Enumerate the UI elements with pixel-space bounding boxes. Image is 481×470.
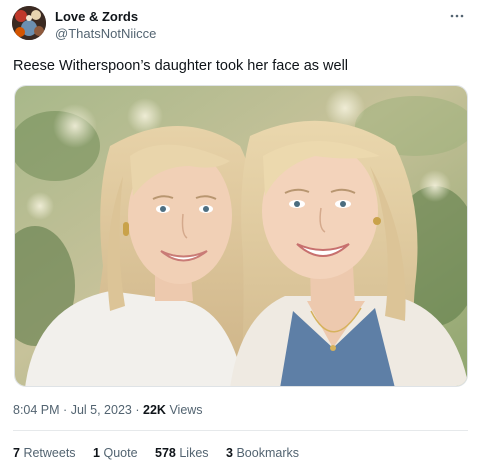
retweets-stat[interactable]: 7 Retweets (13, 446, 76, 460)
bookmarks-stat[interactable]: 3 Bookmarks (226, 446, 299, 460)
likes-stat[interactable]: 578 Likes (155, 446, 209, 460)
divider (13, 430, 468, 431)
tweet-photo[interactable] (14, 85, 468, 387)
quotes-stat[interactable]: 1 Quote (93, 446, 138, 460)
author-display-name[interactable]: Love & Zords (55, 9, 156, 25)
bookmarks-label: Bookmarks (236, 446, 299, 460)
bookmarks-count: 3 (226, 446, 233, 460)
tweet-stats: 7 Retweets 1 Quote 578 Likes 3 Bookmarks (13, 445, 313, 461)
author-handle[interactable]: @ThatsNotNiicce (55, 25, 156, 42)
quotes-label: Quote (103, 446, 138, 460)
avatar[interactable] (12, 6, 46, 40)
retweets-label: Retweets (23, 446, 76, 460)
author-names: Love & Zords @ThatsNotNiicce (55, 9, 156, 42)
quotes-count: 1 (93, 446, 100, 460)
meta-separator: · (135, 403, 140, 417)
likes-count: 578 (155, 446, 176, 460)
tweet-card: Love & Zords @ThatsNotNiicce Reese Withe… (0, 0, 481, 470)
avatar-image (12, 6, 46, 40)
tweet-time[interactable]: 8:04 PM (13, 403, 60, 417)
photo-image (15, 86, 467, 386)
tweet-text: Reese Witherspoon’s daughter took her fa… (13, 58, 349, 74)
tweet-header: Love & Zords @ThatsNotNiicce (12, 6, 467, 44)
views-count: 22K (143, 403, 166, 417)
retweets-count: 7 (13, 446, 20, 460)
views-label: Views (169, 403, 203, 417)
meta-separator: · (63, 403, 68, 417)
more-options-icon[interactable] (447, 8, 467, 24)
tweet-meta: 8:04 PM · Jul 5, 2023 · 22K Views (13, 402, 203, 418)
tweet-date[interactable]: Jul 5, 2023 (71, 403, 132, 417)
likes-label: Likes (179, 446, 209, 460)
